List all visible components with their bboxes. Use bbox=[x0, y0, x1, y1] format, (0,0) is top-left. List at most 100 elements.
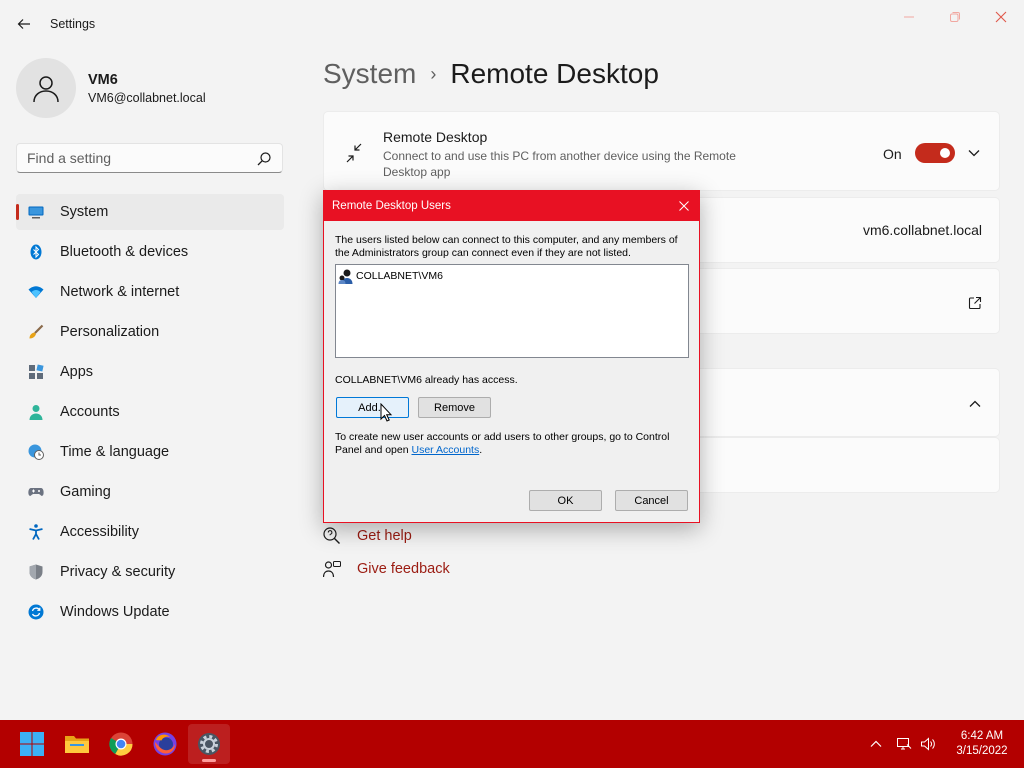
user-listbox[interactable]: COLLABNET\VM6 bbox=[335, 264, 689, 358]
app-title: Settings bbox=[50, 17, 96, 31]
sidebar-item-label: Network & internet bbox=[60, 284, 180, 300]
wifi-icon bbox=[28, 286, 44, 298]
ok-button[interactable]: OK bbox=[529, 490, 602, 511]
remote-desktop-toggle[interactable] bbox=[915, 143, 955, 163]
remote-desktop-users-dialog: Remote Desktop Users The users listed be… bbox=[323, 190, 700, 523]
taskbar-settings[interactable] bbox=[196, 731, 222, 757]
bluetooth-icon bbox=[30, 244, 42, 260]
get-help-label: Get help bbox=[357, 528, 412, 544]
restore-icon bbox=[950, 12, 960, 22]
taskbar: 6:42 AM 3/15/2022 bbox=[0, 720, 1024, 768]
get-help-link[interactable]: Get help bbox=[323, 527, 412, 545]
clock-time: 6:42 AM bbox=[960, 730, 1004, 742]
firefox-icon bbox=[153, 732, 177, 756]
user-email: VM6@collabnet.local bbox=[88, 91, 206, 105]
windows-start-icon bbox=[20, 732, 44, 756]
breadcrumb-separator: › bbox=[430, 63, 437, 84]
taskbar-file-explorer[interactable] bbox=[64, 731, 90, 757]
globe-clock-icon bbox=[28, 444, 44, 460]
user-accounts-link[interactable]: User Accounts bbox=[412, 444, 480, 456]
user-name: VM6 bbox=[88, 72, 118, 88]
sidebar-item-bluetooth[interactable]: Bluetooth & devices bbox=[16, 234, 284, 270]
sidebar-item-accessibility[interactable]: Accessibility bbox=[16, 514, 284, 550]
show-hidden-icons-icon[interactable] bbox=[868, 736, 884, 752]
breadcrumb-parent[interactable]: System bbox=[323, 58, 416, 90]
sidebar-item-label: System bbox=[60, 204, 109, 220]
dialog-title-bar[interactable]: Remote Desktop Users bbox=[324, 191, 699, 221]
network-icon[interactable] bbox=[896, 736, 912, 752]
sidebar-item-windows-update[interactable]: Windows Update bbox=[16, 594, 284, 630]
close-window-button[interactable] bbox=[989, 6, 1013, 28]
update-icon bbox=[28, 604, 44, 620]
create-accounts-prefix: To create new user accounts or add users… bbox=[335, 431, 670, 456]
sidebar-item-system[interactable]: System bbox=[16, 194, 284, 230]
search-icon[interactable] bbox=[256, 151, 272, 167]
add-user-button[interactable]: Add... bbox=[336, 397, 409, 418]
taskbar-chrome[interactable] bbox=[108, 731, 134, 757]
sidebar-item-label: Gaming bbox=[60, 484, 111, 500]
toggle-state-label: On bbox=[883, 146, 902, 162]
help-icon bbox=[323, 527, 340, 544]
sidebar-item-label: Privacy & security bbox=[60, 564, 176, 580]
person-icon bbox=[29, 405, 43, 420]
sidebar-nav: System Bluetooth & devices Network & int… bbox=[16, 194, 284, 634]
page-title: Remote Desktop bbox=[450, 58, 659, 89]
sidebar-item-privacy[interactable]: Privacy & security bbox=[16, 554, 284, 590]
remove-user-button[interactable]: Remove bbox=[418, 397, 491, 418]
avatar[interactable] bbox=[16, 58, 76, 118]
search-input[interactable] bbox=[27, 150, 247, 166]
feedback-icon bbox=[323, 561, 341, 578]
list-item[interactable]: COLLABNET\VM6 bbox=[338, 267, 443, 285]
sidebar-item-time-language[interactable]: Time & language bbox=[16, 434, 284, 470]
back-arrow-icon bbox=[17, 19, 30, 29]
give-feedback-label: Give feedback bbox=[357, 561, 450, 577]
sidebar-item-label: Windows Update bbox=[60, 604, 170, 620]
dialog-title: Remote Desktop Users bbox=[332, 200, 451, 212]
chrome-icon bbox=[109, 732, 133, 756]
restore-button[interactable] bbox=[943, 6, 967, 28]
person-icon bbox=[33, 76, 59, 103]
sidebar-item-label: Bluetooth & devices bbox=[60, 244, 189, 260]
taskbar-firefox[interactable] bbox=[152, 731, 178, 757]
sidebar-item-network[interactable]: Network & internet bbox=[16, 274, 284, 310]
apps-icon bbox=[29, 364, 44, 379]
breadcrumb: System › Remote Desktop bbox=[323, 58, 659, 90]
sidebar-item-accounts[interactable]: Accounts bbox=[16, 394, 284, 430]
cancel-button[interactable]: Cancel bbox=[615, 490, 688, 511]
title-bar: Settings bbox=[0, 0, 1024, 48]
access-status-text: COLLABNET\VM6 already has access. bbox=[335, 374, 518, 386]
sidebar-item-personalization[interactable]: Personalization bbox=[16, 314, 284, 350]
start-button[interactable] bbox=[19, 731, 45, 757]
search-box[interactable] bbox=[16, 143, 283, 173]
clock-date: 3/15/2022 bbox=[956, 745, 1008, 757]
volume-icon[interactable] bbox=[920, 736, 936, 752]
user-list-item-label: COLLABNET\VM6 bbox=[356, 270, 443, 282]
create-accounts-suffix: . bbox=[479, 444, 483, 456]
sidebar-item-label: Personalization bbox=[60, 324, 160, 340]
gamepad-icon bbox=[28, 488, 44, 496]
give-feedback-link[interactable]: Give feedback bbox=[323, 560, 450, 578]
sidebar-item-label: Accounts bbox=[60, 404, 120, 420]
sidebar-item-gaming[interactable]: Gaming bbox=[16, 474, 284, 510]
close-icon bbox=[679, 201, 689, 211]
sidebar-item-apps[interactable]: Apps bbox=[16, 354, 284, 390]
external-link-icon[interactable] bbox=[968, 296, 982, 310]
chevron-up-icon[interactable] bbox=[968, 397, 982, 411]
pc-name-value: vm6.collabnet.local bbox=[862, 222, 982, 238]
remote-desktop-description: Connect to and use this PC from another … bbox=[383, 149, 736, 179]
remote-desktop-icon bbox=[346, 143, 362, 163]
chevron-down-icon[interactable] bbox=[967, 146, 981, 160]
system-clock[interactable]: 6:42 AM 3/15/2022 bbox=[944, 729, 1020, 759]
remote-desktop-card[interactable]: Remote Desktop Connect to and use this P… bbox=[323, 111, 1000, 191]
back-button[interactable] bbox=[12, 12, 36, 36]
file-explorer-icon bbox=[65, 736, 89, 753]
system-icon bbox=[28, 206, 44, 219]
create-accounts-text: To create new user accounts or add users… bbox=[335, 431, 691, 457]
sidebar-item-label: Accessibility bbox=[60, 524, 139, 540]
close-icon bbox=[995, 11, 1007, 23]
dialog-close-button[interactable] bbox=[669, 191, 699, 221]
settings-icon bbox=[198, 733, 220, 755]
sidebar-item-label: Time & language bbox=[60, 444, 170, 460]
minimize-button[interactable] bbox=[897, 6, 921, 28]
mouse-cursor-icon bbox=[380, 403, 393, 422]
